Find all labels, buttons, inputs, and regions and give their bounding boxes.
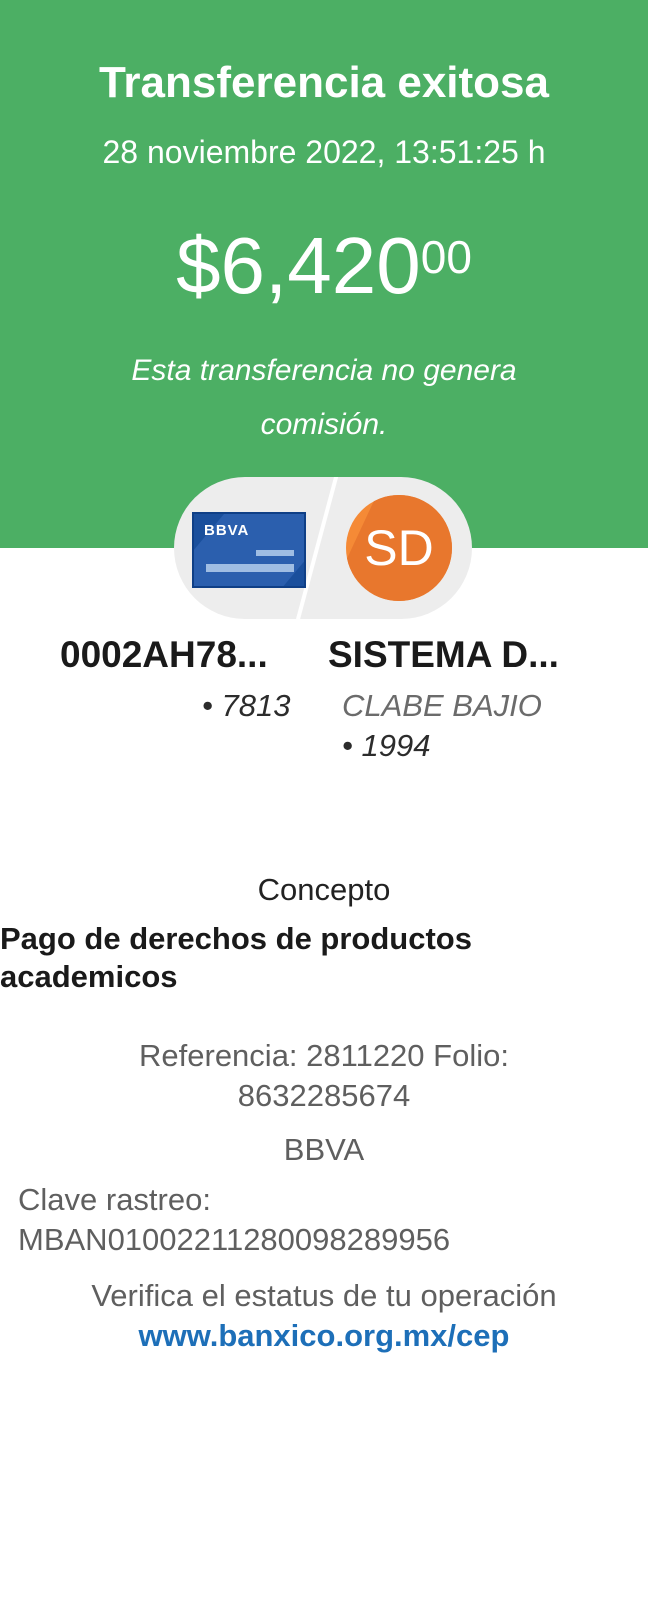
origin-account-name: 0002AH78...: [60, 634, 268, 675]
banxico-cep-link[interactable]: www.banxico.org.mx/cep: [0, 1318, 648, 1354]
amount-main: $6,420: [176, 221, 421, 310]
recipient-name: SISTEMA D...: [328, 634, 559, 675]
bbva-card-icon: BBVA: [192, 512, 306, 588]
transfer-datetime: 28 noviembre 2022, 13:51:25 h: [102, 134, 546, 170]
recipient-avatar: SD: [346, 495, 452, 601]
recipient-account-last4: • 1994: [342, 728, 431, 763]
origin-account-last4: • 7813: [202, 688, 291, 723]
recipient-initials: SD: [364, 520, 434, 576]
recipient-bank: CLABE BAJIO: [342, 688, 542, 723]
verify-status-text: Verifica el estatus de tu operación: [91, 1278, 557, 1313]
bank-name: BBVA: [283, 1132, 365, 1167]
concept-value: Pago de derechos de productos academicos: [0, 921, 472, 994]
success-header: Transferencia exitosa 28 noviembre 2022,…: [0, 0, 648, 548]
transfer-amount: $6,42000: [0, 226, 648, 306]
amount-cents: 00: [420, 231, 472, 283]
card-brand-label: BBVA: [204, 522, 250, 539]
tracking-key: Clave rastreo: MBAN01002211280098289956: [18, 1182, 451, 1257]
page-title: Transferencia exitosa: [98, 58, 549, 107]
reference-folio: Referencia: 2811220 Folio: 8632285674: [139, 1038, 509, 1113]
fee-note: Esta transferencia no genera comisión.: [131, 354, 517, 441]
concept-label: Concepto: [257, 872, 391, 907]
